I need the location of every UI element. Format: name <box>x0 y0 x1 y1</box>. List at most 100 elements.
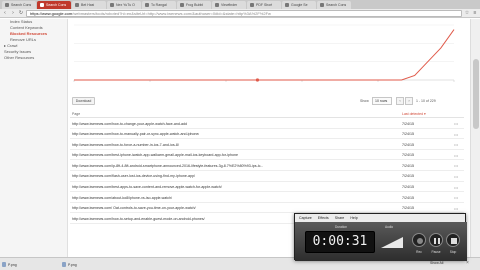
next-page-button[interactable]: › <box>405 97 413 105</box>
show-all-downloads-link[interactable]: Show All <box>430 261 443 265</box>
download-item[interactable]: P.png <box>62 260 120 269</box>
blocked-resources-chart <box>73 24 455 82</box>
column-header-last-detected[interactable]: Last detected ▾ <box>402 112 426 116</box>
last-detected-date: 7/24/15 <box>402 206 414 211</box>
browser-tab[interactable]: Viewfinder <box>212 1 246 9</box>
recorder-menu-effects[interactable]: Effects <box>318 216 329 220</box>
table-row: http://www.iwenews.com/ Oat-controls-to-… <box>70 203 464 214</box>
download-item[interactable]: P.png <box>2 260 60 269</box>
page-url-link[interactable]: http://www.iwenews.com/how-to-manually-p… <box>72 132 199 136</box>
audio-label: Audio <box>385 225 394 229</box>
recorder-menu-capture[interactable]: Capture <box>299 216 312 220</box>
tab-favicon-icon <box>250 3 254 7</box>
browser-tab[interactable]: Search Cons <box>2 1 36 9</box>
page-url-link[interactable]: http://www.iwenews.com/ Oat-controls-to-… <box>72 206 196 210</box>
table-row: http://www.iwenews.com/how-to-force-a-nu… <box>70 139 464 150</box>
last-detected-date: 7/24/15 <box>402 163 414 168</box>
sidebar: Index Status Content Keywords Blocked Reso… <box>0 19 68 260</box>
page-scrollbar[interactable] <box>470 19 480 260</box>
page-url-link[interactable]: http://www.iwenews.com/best-apps-to-save… <box>72 185 222 189</box>
blocked-pages-table: Page Last detected ▾ http://www.iwenews.… <box>70 109 464 224</box>
browser-tab[interactable]: Nex YuTu O <box>107 1 141 9</box>
page-url-link[interactable]: http://www.iwenews.com/how-to-force-a-nu… <box>72 143 179 147</box>
last-detected-date: 7/24/15 <box>402 185 414 190</box>
duration-label: Duration <box>335 225 348 229</box>
chart-point[interactable] <box>255 78 260 82</box>
table-row: http://www.iwenews.com/best-apps-to-save… <box>70 182 464 193</box>
record-button-label: Rec <box>416 250 422 254</box>
page-url-link[interactable]: http://www.iwenews.com/ip-8ft-4-8ft-andr… <box>72 164 263 168</box>
tab-title: Search Cons <box>326 3 347 7</box>
scrollbar-thumb[interactable] <box>473 59 479 129</box>
browser-tab[interactable]: Frog Bubbl <box>177 1 211 9</box>
sidebar-item[interactable]: Other Resources <box>0 55 67 61</box>
table-row: http://www.iwenews.com/about-ko8/iphone-… <box>70 192 464 203</box>
table-controls: Download Show 10 rows ‹ › 1 - 10 of 229 <box>70 95 464 107</box>
page-url-link[interactable]: http://www.iwenews.com/flash-user-lost-i… <box>72 174 195 178</box>
row-menu-icon[interactable]: ••• <box>454 132 458 137</box>
menu-icon[interactable]: ≡ <box>472 10 478 16</box>
download-button[interactable]: Download <box>72 97 95 105</box>
last-detected-date: 7/24/15 <box>402 153 414 158</box>
back-icon[interactable]: ‹ <box>2 10 8 16</box>
chart-series-line <box>74 29 455 81</box>
table-header: Page Last detected ▾ <box>70 109 464 118</box>
tab-title: To Rangal <box>151 3 167 7</box>
page-url-link[interactable]: http://www.iwenews.com/best-iphone-iwatc… <box>72 153 238 157</box>
tab-title: Bet Hast <box>81 3 95 7</box>
tab-title: Google Se <box>291 3 308 7</box>
tab-favicon-icon <box>110 3 114 7</box>
pager-text: 1 - 10 of 229 <box>416 99 436 103</box>
row-menu-icon[interactable]: ••• <box>454 153 458 158</box>
star-icon[interactable]: ☆ <box>464 10 470 16</box>
record-button[interactable] <box>412 233 426 247</box>
table-row: http://www.iwenews.com/best-iphone-iwatc… <box>70 150 464 161</box>
page-url-link[interactable]: http://www.iwenews.com/how-to-setup-and-… <box>72 217 205 221</box>
browser-tab[interactable]: To Rangal <box>142 1 176 9</box>
browser-tab[interactable]: Google Se <box>282 1 316 9</box>
tab-favicon-icon <box>180 3 184 7</box>
page-url-link[interactable]: http://www.iwenews.com/how-to-change-you… <box>72 122 187 126</box>
tab-favicon-icon <box>320 3 324 7</box>
tab-title: Viewfinder <box>221 3 238 7</box>
table-row: http://www.iwenews.com/ip-8ft-4-8ft-andr… <box>70 160 464 171</box>
download-item-name: P.png <box>8 262 17 267</box>
tab-title: Search Cons <box>11 3 32 7</box>
row-menu-icon[interactable]: ••• <box>454 121 458 126</box>
recorder-menu-share[interactable]: Share <box>335 216 345 220</box>
tab-title: Search Cons <box>46 3 67 7</box>
forward-icon[interactable]: › <box>10 10 16 16</box>
stop-button-label: Stop <box>449 250 457 254</box>
browser-tab[interactable]: PDF Short <box>247 1 281 9</box>
browser-tab[interactable]: Search Cons <box>37 1 71 9</box>
column-header-page[interactable]: Page <box>72 112 80 116</box>
table-row: http://www.iwenews.com/flash-user-lost-i… <box>70 171 464 182</box>
row-menu-icon[interactable]: ••• <box>454 185 458 190</box>
download-item-name: P.png <box>68 262 77 267</box>
table-body: http://www.iwenews.com/how-to-change-you… <box>70 118 464 224</box>
file-icon <box>62 262 66 267</box>
row-menu-icon[interactable]: ••• <box>454 142 458 147</box>
pause-button[interactable] <box>429 233 443 247</box>
browser-tab[interactable]: Bet Hast <box>72 1 106 9</box>
rows-per-page-select[interactable]: 10 rows <box>372 97 392 105</box>
show-label: Show <box>360 99 369 103</box>
table-row: http://www.iwenews.com/how-to-change-you… <box>70 118 464 129</box>
address-bar[interactable]: https://www.google.com/webmasters/tools/… <box>26 9 462 17</box>
page-url-link[interactable]: http://www.iwenews.com/about-ko8/iphone-… <box>72 196 172 200</box>
tab-favicon-icon <box>215 3 219 7</box>
address-path: /webmasters/tools/roboted?hl=en&siteUrl=… <box>72 10 271 16</box>
previous-page-button[interactable]: ‹ <box>396 97 404 105</box>
row-menu-icon[interactable]: ••• <box>454 206 458 211</box>
row-menu-icon[interactable]: ••• <box>454 195 458 200</box>
browser-tab[interactable]: Search Cons <box>317 1 351 9</box>
reload-icon[interactable]: ↻ <box>18 10 24 16</box>
row-menu-icon[interactable]: ••• <box>454 174 458 179</box>
recorder-menu-help[interactable]: Help <box>350 216 357 220</box>
stop-button[interactable] <box>446 233 460 247</box>
last-detected-date: 7/24/15 <box>402 174 414 179</box>
row-menu-icon[interactable]: ••• <box>454 163 458 168</box>
last-detected-date: 7/24/15 <box>402 142 414 147</box>
last-detected-date: 7/24/15 <box>402 121 414 126</box>
tab-title: Frog Bubbl <box>186 3 204 7</box>
